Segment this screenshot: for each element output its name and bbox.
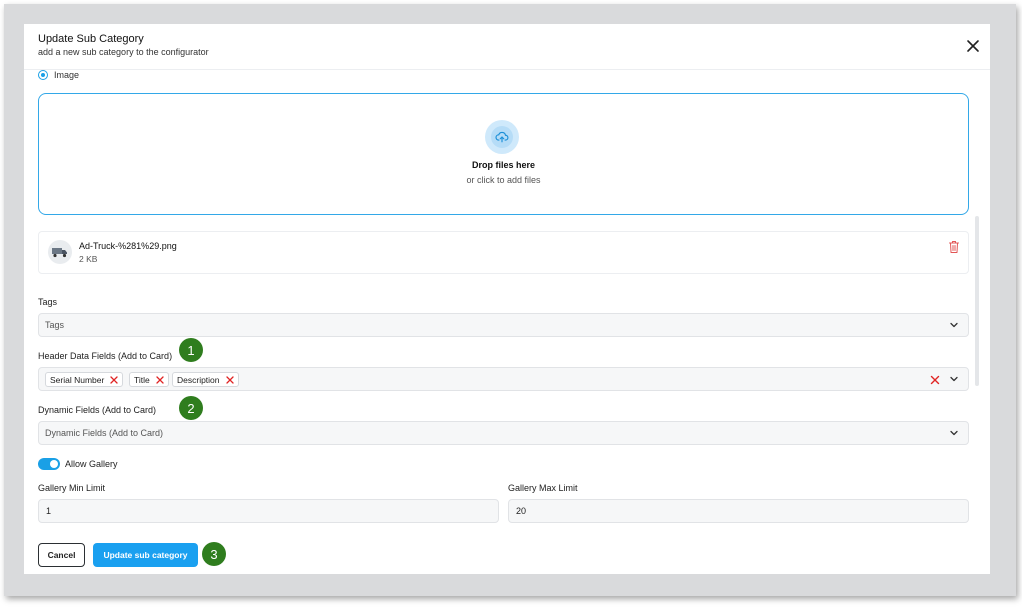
remove-chip-icon[interactable] — [156, 375, 164, 384]
remove-chip-icon[interactable] — [110, 375, 118, 384]
chip-serial-number: Serial Number — [45, 372, 124, 387]
chevron-down-icon — [950, 430, 958, 436]
gallery-min-input[interactable]: 1 — [38, 499, 499, 523]
file-name: Ad-Truck-%281%29.png — [79, 241, 177, 251]
uploaded-file-card: Ad-Truck-%281%29.png 2 KB — [38, 231, 969, 274]
radio-label: Image — [54, 70, 80, 80]
gallery-min-label: Gallery Min Limit — [38, 483, 106, 493]
annotation-badge-3: 3 — [202, 542, 226, 566]
remove-chip-icon[interactable] — [225, 375, 234, 384]
header-fields-multiselect[interactable]: Serial Number Title Description — [38, 367, 969, 391]
dynamic-fields-placeholder: Dynamic Fields (Add to Card) — [45, 428, 164, 438]
annotation-badge-2: 2 — [179, 396, 203, 420]
cloud-upload-icon — [495, 131, 509, 143]
modal-body: Image Drop files here or click to add fi… — [24, 70, 990, 574]
clear-all-icon[interactable] — [930, 375, 940, 385]
allow-gallery-toggle[interactable] — [38, 458, 60, 470]
gallery-max-input[interactable]: 20 — [508, 499, 969, 523]
dropzone-title: Drop files here — [471, 160, 536, 170]
file-thumbnail — [48, 240, 72, 264]
update-sub-category-button[interactable]: Update sub category — [93, 543, 198, 567]
chip-description: Description — [172, 372, 239, 387]
radio-selected-icon[interactable] — [38, 70, 48, 80]
modal-header: Update Sub Category add a new sub catego… — [24, 24, 990, 70]
gallery-max-label: Gallery Max Limit — [508, 483, 578, 493]
chevron-down-icon — [950, 322, 958, 328]
annotation-badge-1: 1 — [179, 338, 203, 362]
truck-icon — [52, 248, 67, 258]
chip-label: Description — [177, 374, 220, 385]
header-fields-label: Header Data Fields (Add to Card) — [38, 351, 173, 361]
tags-select[interactable]: Tags — [38, 313, 969, 337]
close-icon[interactable] — [964, 37, 982, 55]
dropzone-subtitle: or click to add files — [466, 175, 541, 185]
trash-icon[interactable] — [948, 240, 960, 254]
tags-placeholder: Tags — [45, 320, 65, 330]
upload-icon-wrapper — [485, 120, 519, 154]
media-type-radio[interactable]: Image — [38, 69, 79, 81]
cancel-button[interactable]: Cancel — [38, 543, 85, 567]
file-size: 2 KB — [79, 254, 98, 264]
chip-label: Title — [134, 374, 150, 385]
allow-gallery-label: Allow Gallery — [65, 459, 118, 469]
tags-label: Tags — [38, 297, 58, 307]
scrollbar[interactable] — [975, 216, 979, 386]
chip-label: Serial Number — [50, 374, 105, 385]
modal-subtitle: add a new sub category to the configurat… — [38, 47, 209, 57]
file-dropzone[interactable]: Drop files here or click to add files — [38, 93, 969, 215]
chip-title: Title — [129, 372, 169, 387]
modal-title: Update Sub Category — [38, 33, 144, 45]
dynamic-fields-select[interactable]: Dynamic Fields (Add to Card) — [38, 421, 969, 445]
dynamic-fields-label: Dynamic Fields (Add to Card) — [38, 405, 157, 415]
update-sub-category-modal: Update Sub Category add a new sub catego… — [24, 24, 990, 574]
chevron-down-icon — [950, 376, 958, 382]
